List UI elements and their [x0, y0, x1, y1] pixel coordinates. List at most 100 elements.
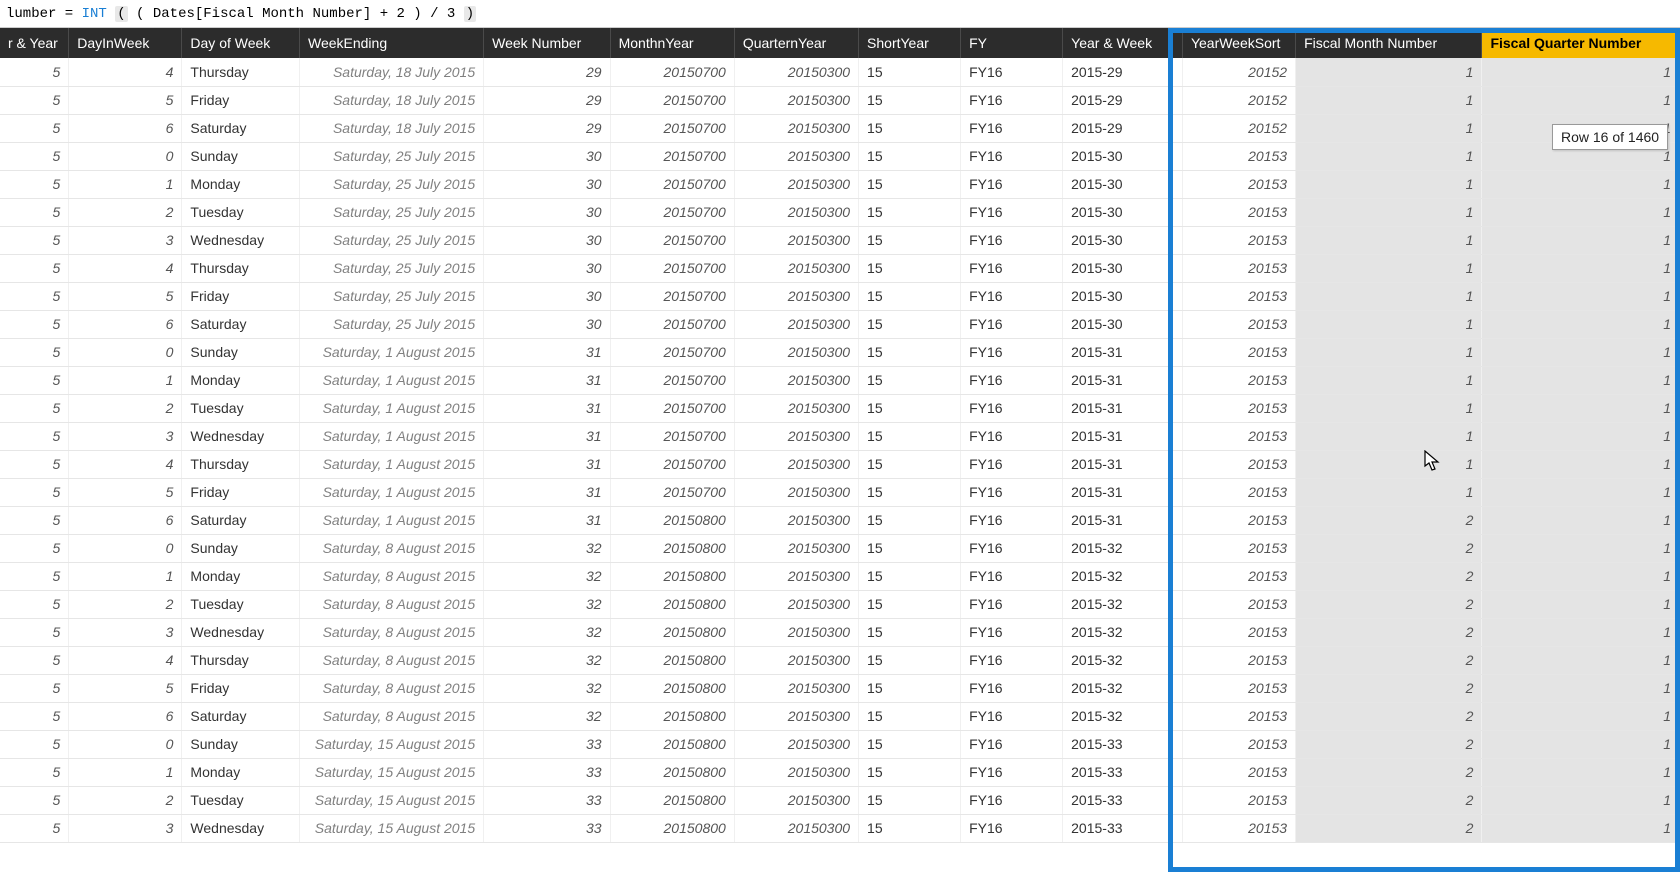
cell-fy[interactable]: FY16	[961, 702, 1063, 730]
cell-fy[interactable]: FY16	[961, 478, 1063, 506]
cell-wend[interactable]: Saturday, 18 July 2015	[299, 58, 483, 86]
cell-fqn[interactable]: 1	[1482, 170, 1680, 198]
table-row[interactable]: 54ThursdaySaturday, 8 August 20153220150…	[0, 646, 1680, 674]
cell-mny[interactable]: 20150800	[610, 590, 734, 618]
cell-sy[interactable]: 15	[859, 618, 961, 646]
cell-diw[interactable]: 0	[69, 142, 182, 170]
cell-yw[interactable]: 2015-30	[1063, 282, 1183, 310]
cell-yw[interactable]: 2015-32	[1063, 534, 1183, 562]
cell-fmn[interactable]: 1	[1296, 366, 1482, 394]
cell-wend[interactable]: Saturday, 1 August 2015	[299, 394, 483, 422]
cell-yw[interactable]: 2015-33	[1063, 758, 1183, 786]
table-row[interactable]: 52TuesdaySaturday, 1 August 201531201507…	[0, 394, 1680, 422]
column-header-yw[interactable]: Year & Week	[1063, 28, 1183, 58]
cell-mny[interactable]: 20150800	[610, 646, 734, 674]
cell-fy[interactable]: FY16	[961, 786, 1063, 814]
cell-diw[interactable]: 6	[69, 506, 182, 534]
cell-wend[interactable]: Saturday, 8 August 2015	[299, 534, 483, 562]
cell-fy[interactable]: FY16	[961, 646, 1063, 674]
cell-wend[interactable]: Saturday, 1 August 2015	[299, 338, 483, 366]
cell-wnum[interactable]: 31	[484, 338, 610, 366]
data-table[interactable]: r & YearDayInWeekDay of WeekWeekEndingWe…	[0, 28, 1680, 843]
cell-mny[interactable]: 20150800	[610, 674, 734, 702]
cell-wnum[interactable]: 33	[484, 730, 610, 758]
cell-year[interactable]: 5	[0, 758, 69, 786]
cell-yw[interactable]: 2015-31	[1063, 394, 1183, 422]
cell-wend[interactable]: Saturday, 1 August 2015	[299, 366, 483, 394]
table-row[interactable]: 51MondaySaturday, 25 July 20153020150700…	[0, 170, 1680, 198]
cell-year[interactable]: 5	[0, 282, 69, 310]
cell-wend[interactable]: Saturday, 25 July 2015	[299, 282, 483, 310]
cell-qny[interactable]: 20150300	[734, 674, 858, 702]
cell-qny[interactable]: 20150300	[734, 86, 858, 114]
cell-qny[interactable]: 20150300	[734, 58, 858, 86]
cell-fmn[interactable]: 2	[1296, 730, 1482, 758]
cell-dow[interactable]: Friday	[182, 478, 300, 506]
cell-yw[interactable]: 2015-31	[1063, 366, 1183, 394]
cell-diw[interactable]: 5	[69, 478, 182, 506]
cell-yws[interactable]: 20153	[1182, 226, 1295, 254]
cell-dow[interactable]: Tuesday	[182, 786, 300, 814]
table-row[interactable]: 52TuesdaySaturday, 15 August 20153320150…	[0, 786, 1680, 814]
cell-mny[interactable]: 20150700	[610, 226, 734, 254]
table-row[interactable]: 52TuesdaySaturday, 25 July 2015302015070…	[0, 198, 1680, 226]
cell-fy[interactable]: FY16	[961, 450, 1063, 478]
cell-dow[interactable]: Wednesday	[182, 814, 300, 842]
cell-wend[interactable]: Saturday, 1 August 2015	[299, 478, 483, 506]
cell-diw[interactable]: 5	[69, 674, 182, 702]
cell-year[interactable]: 5	[0, 478, 69, 506]
column-header-fy[interactable]: FY	[961, 28, 1063, 58]
cell-yws[interactable]: 20153	[1182, 590, 1295, 618]
table-row[interactable]: 50SundaySaturday, 1 August 2015312015070…	[0, 338, 1680, 366]
table-row[interactable]: 50SundaySaturday, 8 August 2015322015080…	[0, 534, 1680, 562]
cell-fqn[interactable]: 1	[1482, 58, 1680, 86]
cell-year[interactable]: 5	[0, 618, 69, 646]
cell-qny[interactable]: 20150300	[734, 114, 858, 142]
cell-yw[interactable]: 2015-32	[1063, 674, 1183, 702]
cell-yws[interactable]: 20153	[1182, 338, 1295, 366]
cell-dow[interactable]: Thursday	[182, 254, 300, 282]
cell-fmn[interactable]: 1	[1296, 226, 1482, 254]
cell-fqn[interactable]: 1	[1482, 310, 1680, 338]
cell-fmn[interactable]: 1	[1296, 114, 1482, 142]
cell-qny[interactable]: 20150300	[734, 646, 858, 674]
cell-wend[interactable]: Saturday, 15 August 2015	[299, 814, 483, 842]
cell-fqn[interactable]: 1	[1482, 590, 1680, 618]
cell-qny[interactable]: 20150300	[734, 422, 858, 450]
cell-yw[interactable]: 2015-32	[1063, 702, 1183, 730]
cell-yws[interactable]: 20153	[1182, 310, 1295, 338]
cell-wnum[interactable]: 33	[484, 758, 610, 786]
cell-sy[interactable]: 15	[859, 170, 961, 198]
cell-mny[interactable]: 20150700	[610, 170, 734, 198]
cell-fmn[interactable]: 1	[1296, 142, 1482, 170]
cell-yws[interactable]: 20153	[1182, 422, 1295, 450]
table-row[interactable]: 53WednesdaySaturday, 1 August 2015312015…	[0, 422, 1680, 450]
cell-wend[interactable]: Saturday, 8 August 2015	[299, 590, 483, 618]
cell-mny[interactable]: 20150700	[610, 450, 734, 478]
table-row[interactable]: 50SundaySaturday, 15 August 201533201508…	[0, 730, 1680, 758]
cell-sy[interactable]: 15	[859, 534, 961, 562]
cell-fy[interactable]: FY16	[961, 758, 1063, 786]
table-row[interactable]: 55FridaySaturday, 1 August 2015312015070…	[0, 478, 1680, 506]
cell-fmn[interactable]: 2	[1296, 562, 1482, 590]
cell-fqn[interactable]: 1	[1482, 450, 1680, 478]
cell-fmn[interactable]: 1	[1296, 338, 1482, 366]
cell-fmn[interactable]: 1	[1296, 254, 1482, 282]
cell-diw[interactable]: 4	[69, 450, 182, 478]
cell-qny[interactable]: 20150300	[734, 534, 858, 562]
cell-yw[interactable]: 2015-32	[1063, 618, 1183, 646]
cell-fy[interactable]: FY16	[961, 366, 1063, 394]
cell-fqn[interactable]: 1	[1482, 478, 1680, 506]
cell-fqn[interactable]: 1	[1482, 422, 1680, 450]
cell-mny[interactable]: 20150700	[610, 422, 734, 450]
table-row[interactable]: 56SaturdaySaturday, 18 July 201529201507…	[0, 114, 1680, 142]
cell-fmn[interactable]: 2	[1296, 646, 1482, 674]
cell-fy[interactable]: FY16	[961, 198, 1063, 226]
cell-fy[interactable]: FY16	[961, 58, 1063, 86]
cell-yws[interactable]: 20153	[1182, 534, 1295, 562]
cell-fqn[interactable]: 1	[1482, 366, 1680, 394]
cell-sy[interactable]: 15	[859, 674, 961, 702]
column-header-wnum[interactable]: Week Number	[484, 28, 610, 58]
cell-wnum[interactable]: 33	[484, 786, 610, 814]
cell-wnum[interactable]: 30	[484, 282, 610, 310]
